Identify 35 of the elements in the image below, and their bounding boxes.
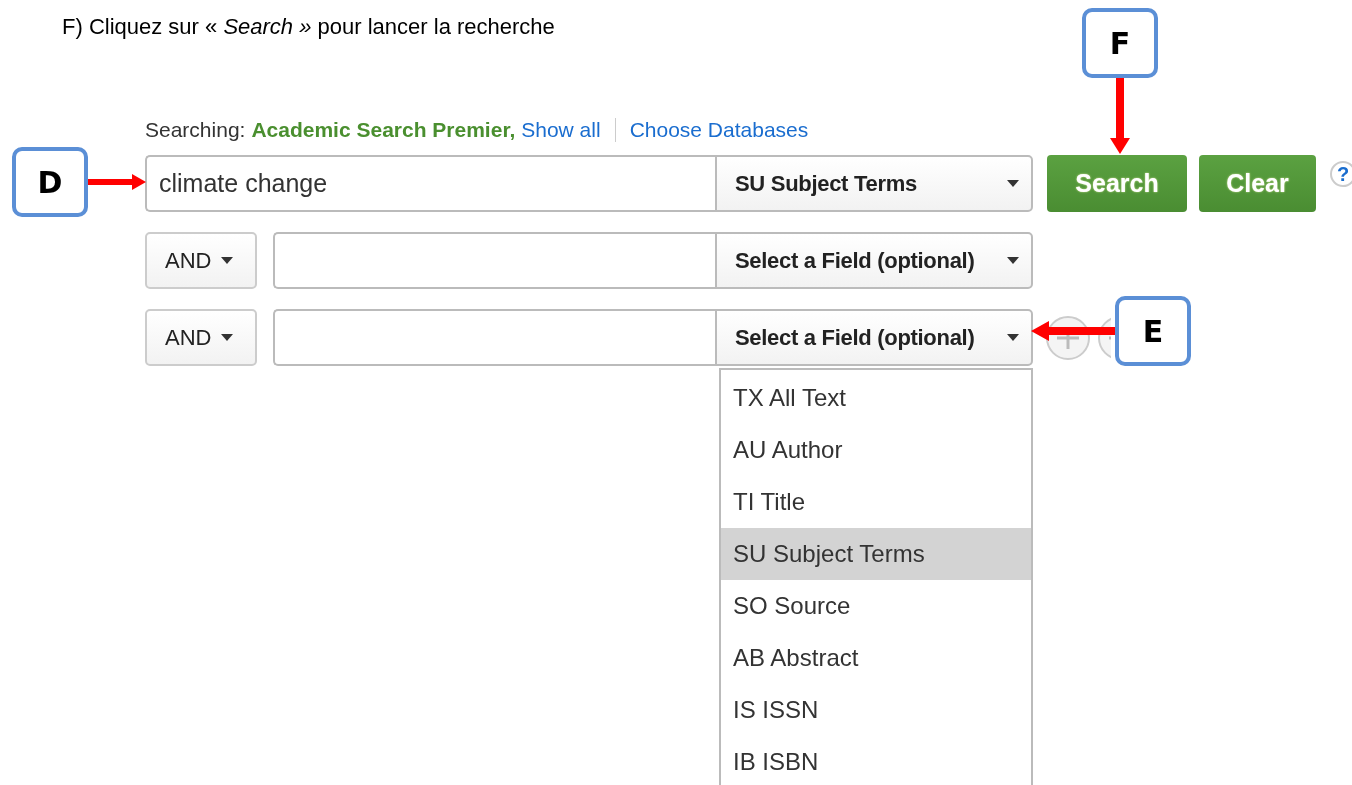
callout-label: D: [12, 147, 88, 217]
searching-label: Searching:: [145, 118, 246, 142]
caret-icon: [1007, 180, 1019, 187]
caret-icon: [1007, 334, 1019, 341]
show-all-link[interactable]: Show all: [521, 118, 601, 142]
caret-icon: [221, 334, 234, 341]
choose-databases-link[interactable]: Choose Databases: [629, 118, 809, 142]
menu-item[interactable]: SU Subject Terms: [721, 528, 1031, 580]
menu-item[interactable]: SO Source: [721, 580, 1031, 632]
callout-label: E: [1115, 296, 1191, 366]
menu-item[interactable]: AB Abstract: [721, 632, 1031, 684]
field-dropdown[interactable]: Select a Field (optional): [715, 232, 1033, 289]
arrow-icon: [88, 174, 148, 190]
search-field[interactable]: [273, 232, 715, 289]
instruction-text: F) Cliquez sur « Search » pour lancer la recherche: [62, 14, 555, 40]
arrow-icon: [1110, 78, 1130, 154]
callout-label: F: [1082, 8, 1158, 78]
caret-icon: [1007, 257, 1019, 264]
menu-item[interactable]: IB ISBN: [721, 736, 1031, 785]
menu-item[interactable]: AU Author: [721, 424, 1031, 476]
menu-item[interactable]: IS ISSN: [721, 684, 1031, 736]
search-button[interactable]: Search: [1047, 155, 1187, 212]
search-field[interactable]: [273, 309, 715, 366]
menu-item[interactable]: TX All Text: [721, 372, 1031, 424]
search-field[interactable]: climate change: [145, 155, 715, 212]
operator-dropdown[interactable]: AND: [145, 309, 257, 366]
database-name: Academic Search Premier,: [251, 118, 516, 142]
caret-icon: [221, 257, 234, 264]
field-dropdown[interactable]: SU Subject Terms: [715, 155, 1033, 212]
help-button[interactable]: ?: [1330, 161, 1352, 187]
arrow-icon: [1031, 321, 1115, 341]
field-dropdown[interactable]: Select a Field (optional): [715, 309, 1033, 366]
clear-button[interactable]: Clear: [1199, 155, 1316, 212]
operator-dropdown[interactable]: AND: [145, 232, 257, 289]
menu-item[interactable]: TI Title: [721, 476, 1031, 528]
